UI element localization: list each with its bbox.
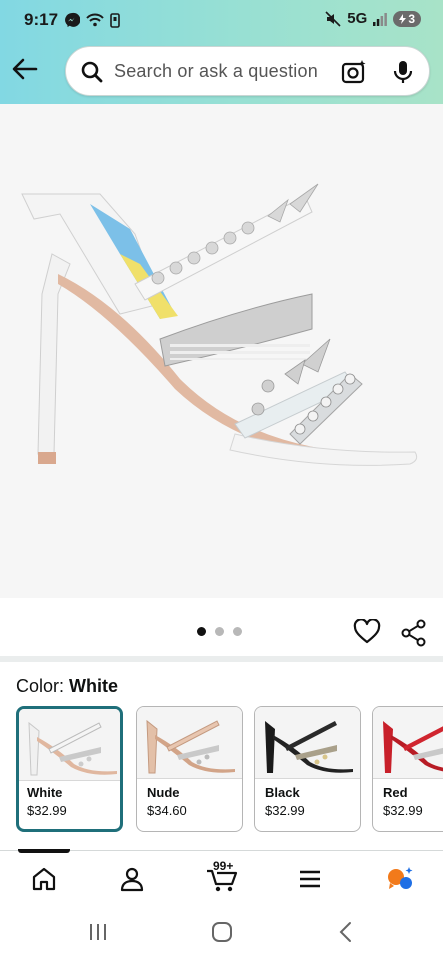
- search-bar[interactable]: Search or ask a question: [65, 46, 430, 96]
- section-divider: [0, 656, 443, 662]
- microphone-icon[interactable]: [392, 59, 414, 85]
- shoe-thumbnail-black: [265, 721, 353, 773]
- bottom-navigation: 99+: [0, 849, 443, 906]
- swatch-price: $32.99: [265, 803, 305, 818]
- carousel-dot-1[interactable]: [197, 627, 206, 636]
- color-label: Color: White: [16, 676, 118, 697]
- swatch-name: Red: [383, 785, 408, 800]
- heart-icon: [353, 618, 381, 644]
- camera-search-icon[interactable]: [341, 59, 367, 85]
- product-shoe-illustration: [21, 183, 418, 466]
- phone-icon: [110, 12, 120, 28]
- top-header: 9:17 5G 3 Search or ask a question: [0, 0, 443, 104]
- carousel-indicator[interactable]: [197, 627, 242, 636]
- carousel-dot-2[interactable]: [215, 627, 224, 636]
- charging-icon: [399, 13, 407, 24]
- shoe-thumbnail-nude: [146, 719, 235, 774]
- color-label-prefix: Color:: [16, 676, 65, 696]
- signal-icon: [373, 12, 388, 26]
- network-label: 5G: [347, 10, 368, 27]
- arrow-left-icon: [12, 58, 38, 80]
- wifi-calling-icon: [86, 13, 104, 27]
- swatch-thumbnail: [373, 707, 443, 779]
- back-button[interactable]: [10, 54, 40, 84]
- swatch-name: Nude: [147, 785, 180, 800]
- swatch-thumbnail: [137, 707, 242, 779]
- system-navigation-bar: [0, 906, 443, 960]
- nav-menu[interactable]: [290, 863, 330, 895]
- assistant-icon: [388, 867, 413, 889]
- nav-account[interactable]: [112, 863, 152, 895]
- status-icons-right: 5G 3: [325, 10, 421, 27]
- active-tab-indicator: [18, 849, 70, 853]
- search-icon: [81, 61, 103, 83]
- battery-level: 3: [408, 11, 415, 26]
- color-swatch-red[interactable]: Red $32.99: [372, 706, 443, 832]
- hamburger-menu-icon: [300, 870, 320, 888]
- cart-count-badge: 99+: [213, 859, 234, 873]
- share-icon: [401, 619, 426, 647]
- battery-indicator: 3: [393, 10, 421, 27]
- product-image[interactable]: [0, 104, 443, 598]
- swatch-price: $32.99: [27, 803, 67, 818]
- shoe-thumbnail-white: [28, 721, 117, 776]
- color-swatch-nude[interactable]: Nude $34.60: [136, 706, 243, 832]
- home-icon: [32, 867, 56, 891]
- swatch-name: Black: [265, 785, 300, 800]
- home-button-icon[interactable]: [210, 920, 234, 944]
- messenger-icon: [65, 12, 80, 27]
- wishlist-button[interactable]: [353, 618, 381, 650]
- color-swatch-black[interactable]: Black $32.99: [254, 706, 361, 832]
- shoe-thumbnail-red: [383, 721, 443, 773]
- person-icon: [120, 867, 144, 892]
- recent-apps-icon[interactable]: [88, 920, 108, 944]
- share-button[interactable]: [400, 619, 428, 652]
- selected-color-name: White: [69, 676, 119, 696]
- back-system-icon[interactable]: [336, 920, 356, 944]
- mute-icon: [325, 10, 341, 27]
- swatch-thumbnail: [19, 709, 120, 781]
- status-icons-left: [64, 12, 120, 28]
- swatch-name: White: [27, 785, 63, 800]
- nav-rufus-assistant[interactable]: [380, 863, 420, 895]
- color-swatch-white[interactable]: White $32.99: [16, 706, 123, 832]
- swatch-thumbnail: [255, 707, 360, 779]
- search-placeholder[interactable]: Search or ask a question: [114, 61, 318, 82]
- swatch-price: $34.60: [147, 803, 187, 818]
- color-swatch-list: White $32.99 Nude $34.60 Black $32.99 Re…: [16, 706, 443, 834]
- status-time: 9:17: [24, 10, 59, 29]
- status-bar: 9:17 5G 3: [0, 0, 443, 40]
- nav-home[interactable]: [24, 863, 64, 895]
- swatch-price: $32.99: [383, 803, 423, 818]
- carousel-dot-3[interactable]: [233, 627, 242, 636]
